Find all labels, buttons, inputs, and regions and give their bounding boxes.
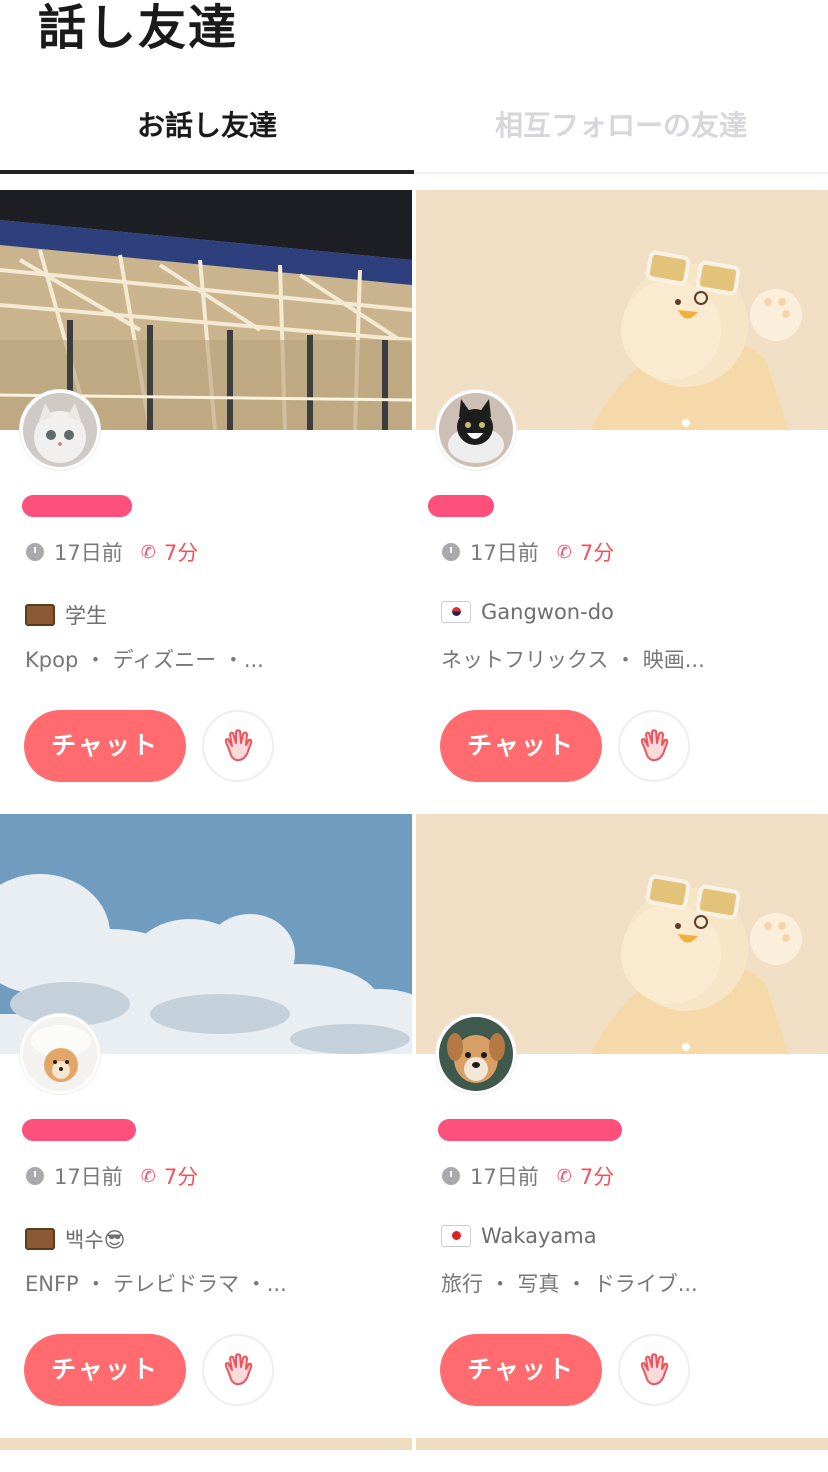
waving-hand-icon [640,729,669,762]
friend-card[interactable]: 17日前 ✆ 7分 Gangwon-do ネットフリックス ・ 映画... チャ… [416,190,828,814]
interest-tags: 旅行 ・ 写真 ・ ドライブ... [441,1272,698,1296]
last-active-time: 17日前 [54,541,123,565]
wave-button[interactable] [618,710,690,782]
username-redacted [438,1119,622,1141]
info-text: 学生 [65,604,107,628]
phone-icon: ✆ [556,541,572,563]
username-redacted [22,495,132,517]
interest-tags: ENFP ・ テレビドラマ ・... [25,1272,287,1296]
profile-info: 学生 [25,600,107,630]
last-active-time: 17日前 [470,1165,539,1189]
interest-tags: ネットフリックス ・ 映画... [441,648,705,672]
next-card-cover-peek [416,1438,828,1450]
profile-info: Wakayama [441,1224,597,1248]
friend-card[interactable]: 17日前 ✆ 7分 Wakayama 旅行 ・ 写真 ・ ドライブ... チャッ… [416,814,828,1438]
wave-button[interactable] [618,1334,690,1406]
activity-meta: 17日前 ✆ 7分 [26,1161,198,1191]
info-text: 백수😎 [65,1228,126,1252]
waving-hand-icon [640,1353,669,1386]
avatar[interactable] [20,1014,100,1094]
friend-card[interactable]: 17日前 ✆ 7分 백수😎 ENFP ・ テレビドラマ ・... チャット [0,814,412,1438]
chat-button[interactable]: チャット [440,1334,602,1406]
clock-icon [26,1167,44,1185]
chat-button[interactable]: チャット [24,1334,186,1406]
waving-hand-icon [224,729,253,762]
info-text: Wakayama [481,1224,597,1248]
korea-flag-icon [441,601,471,623]
tab-bar: お話し友達 相互フォローの友達 [0,92,828,174]
profile-info: 백수😎 [25,1224,126,1254]
username-redacted [22,1119,136,1141]
call-duration: 7分 [163,1165,199,1189]
page-title: 話し友達 [38,0,239,56]
avatar[interactable] [436,1014,516,1094]
tab-talk-friends[interactable]: お話し友達 [0,92,414,174]
call-duration: 7分 [579,1165,615,1189]
wave-button[interactable] [202,710,274,782]
call-duration: 7分 [579,541,615,565]
avatar[interactable] [436,390,516,470]
call-duration: 7分 [163,541,199,565]
username-redacted [428,495,494,517]
profile-info: Gangwon-do [441,600,614,624]
wave-button[interactable] [202,1334,274,1406]
phone-icon: ✆ [556,1165,572,1187]
info-text: Gangwon-do [481,600,614,624]
last-active-time: 17日前 [54,1165,123,1189]
clock-icon [442,543,460,561]
briefcase-icon [25,604,55,626]
activity-meta: 17日前 ✆ 7分 [442,537,614,567]
avatar[interactable] [20,390,100,470]
interest-tags: Kpop ・ ディズニー ・... [25,648,264,672]
japan-flag-icon [441,1225,471,1247]
chat-button[interactable]: チャット [440,710,602,782]
phone-icon: ✆ [140,1165,156,1187]
waving-hand-icon [224,1353,253,1386]
activity-meta: 17日前 ✆ 7分 [442,1161,614,1191]
clock-icon [26,543,44,561]
clock-icon [442,1167,460,1185]
phone-icon: ✆ [140,541,156,563]
friend-card[interactable]: 17日前 ✆ 7分 学生 Kpop ・ ディズニー ・... チャット [0,190,412,814]
next-card-cover-peek [0,1438,412,1450]
last-active-time: 17日前 [470,541,539,565]
briefcase-icon [25,1228,55,1250]
activity-meta: 17日前 ✆ 7分 [26,537,198,567]
tab-mutual-follow-friends[interactable]: 相互フォローの友達 [414,92,828,174]
chat-button[interactable]: チャット [24,710,186,782]
